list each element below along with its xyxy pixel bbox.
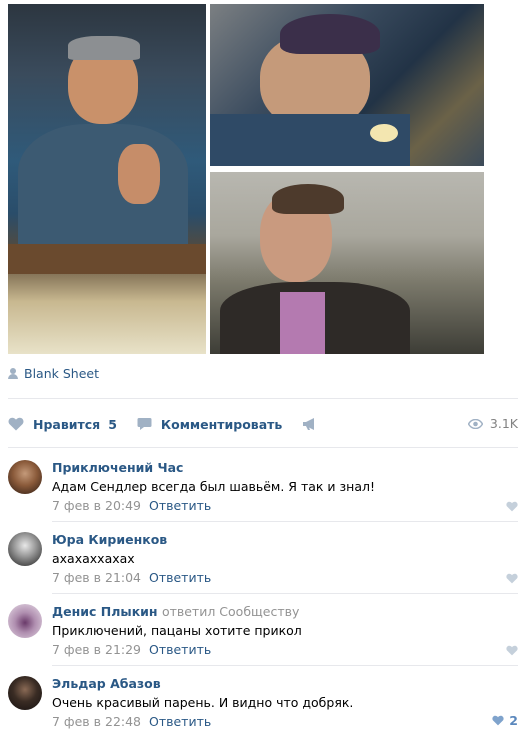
share-button[interactable] <box>302 417 327 431</box>
heart-icon <box>506 645 518 656</box>
comment-meta: 7 фев в 22:48 Ответить <box>52 714 518 730</box>
comment-meta: 7 фев в 21:04 Ответить <box>52 570 518 586</box>
comment-time[interactable]: 7 фев в 20:49 <box>52 498 141 513</box>
comment-label: Комментировать <box>160 416 283 432</box>
divider <box>8 398 518 399</box>
views-count: 3.1K <box>489 416 518 431</box>
comment-button[interactable]: Комментировать <box>137 417 282 432</box>
comment-item: Денис Плыкин ответил Сообществу Приключе… <box>8 604 518 658</box>
comment-meta: 7 фев в 20:49 Ответить <box>52 498 518 514</box>
comment-text: ахахаххахах <box>52 551 135 566</box>
user-icon <box>8 367 18 379</box>
comment-author[interactable]: Юра Кириенков <box>52 532 518 548</box>
comment-like-button[interactable] <box>506 573 518 584</box>
comment-author[interactable]: Приключений Час <box>52 460 518 476</box>
comment-text: Очень красивый парень. И видно что добря… <box>52 695 354 710</box>
post-photo-3[interactable] <box>210 172 484 354</box>
comment-icon <box>137 417 152 431</box>
heart-icon <box>492 715 504 726</box>
reply-button[interactable]: Ответить <box>149 570 211 585</box>
comment-like-count: 2 <box>509 713 518 728</box>
heart-icon <box>506 501 518 512</box>
replied-to[interactable]: ответил Сообществу <box>162 604 299 619</box>
like-label: Нравится <box>33 416 101 432</box>
comment-author[interactable]: Денис Плыкин ответил Сообществу <box>52 604 518 620</box>
comment-time[interactable]: 7 фев в 21:29 <box>52 642 141 657</box>
avatar[interactable] <box>8 604 42 638</box>
comment-like-button[interactable]: 2 <box>492 713 518 728</box>
divider <box>52 593 518 594</box>
post-actions-bar: Нравится 5 Комментировать 3.1K <box>8 412 518 436</box>
comment-like-button[interactable] <box>506 645 518 656</box>
avatar[interactable] <box>8 532 42 566</box>
avatar[interactable] <box>8 460 42 494</box>
views-counter: 3.1K <box>467 416 518 431</box>
reply-button[interactable]: Ответить <box>149 714 211 729</box>
comment-meta: 7 фев в 21:29 Ответить <box>52 642 518 658</box>
comment-like-button[interactable] <box>506 501 518 512</box>
heart-icon <box>506 573 518 584</box>
like-count: 5 <box>108 416 117 432</box>
reply-button[interactable]: Ответить <box>149 642 211 657</box>
comment-time[interactable]: 7 фев в 22:48 <box>52 714 141 729</box>
avatar[interactable] <box>8 676 42 710</box>
eye-icon <box>467 418 483 429</box>
comment-item: Приключений Час Адам Сендлер всегда был … <box>8 460 518 514</box>
divider <box>52 665 518 666</box>
divider <box>52 521 518 522</box>
post-photo-1[interactable] <box>8 4 206 354</box>
heart-icon <box>8 417 24 431</box>
comment-text: Приключений, пацаны хотите прикол <box>52 623 302 638</box>
reply-button[interactable]: Ответить <box>149 498 211 513</box>
post-author-name[interactable]: Blank Sheet <box>24 366 99 381</box>
comment-item: Эльдар Абазов Очень красивый парень. И в… <box>8 676 518 730</box>
comment-time[interactable]: 7 фев в 21:04 <box>52 570 141 585</box>
comment-text: Адам Сендлер всегда был шавьём. Я так и … <box>52 479 375 494</box>
megaphone-icon <box>302 417 318 431</box>
divider <box>8 447 518 448</box>
post-author-link[interactable]: Blank Sheet <box>8 365 99 381</box>
like-button[interactable]: Нравится 5 <box>8 417 117 432</box>
post-photo-2[interactable] <box>210 4 484 166</box>
comment-author[interactable]: Эльдар Абазов <box>52 676 518 692</box>
post-photo-grid <box>8 4 484 354</box>
comment-item: Юра Кириенков ахахаххахах 7 фев в 21:04 … <box>8 532 518 586</box>
